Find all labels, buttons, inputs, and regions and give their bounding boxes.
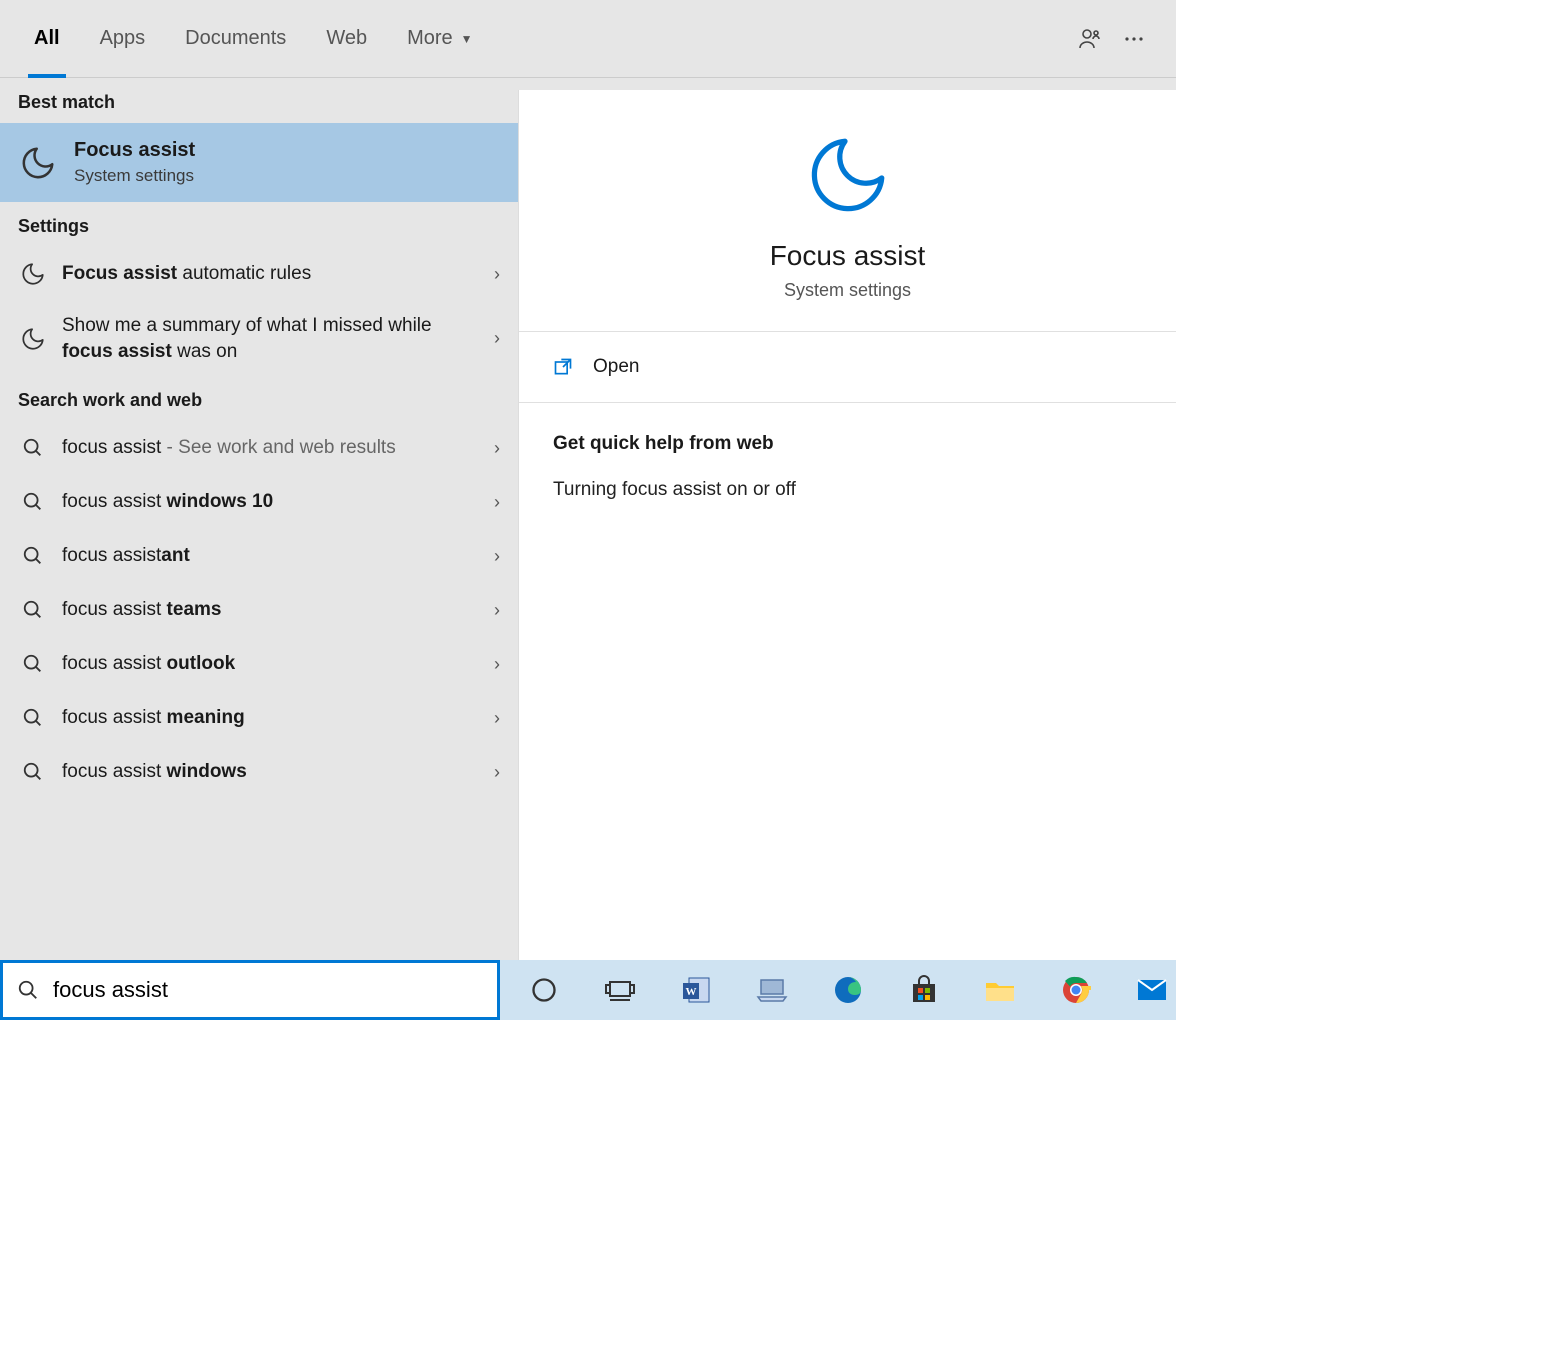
file-explorer-icon[interactable] bbox=[976, 966, 1024, 1014]
cortana-icon[interactable] bbox=[520, 966, 568, 1014]
section-work-web: Search work and web bbox=[0, 376, 518, 421]
preview-header: Focus assist System settings bbox=[519, 90, 1176, 332]
web-result-text: focus assist outlook bbox=[62, 651, 484, 677]
task-view-icon[interactable] bbox=[596, 966, 644, 1014]
focus-assist-icon bbox=[18, 324, 48, 354]
chevron-down-icon: ▼ bbox=[461, 32, 473, 46]
edge-icon[interactable] bbox=[824, 966, 872, 1014]
search-icon bbox=[18, 649, 48, 679]
laptop-icon[interactable] bbox=[748, 966, 796, 1014]
web-result-text: focus assist teams bbox=[62, 597, 484, 623]
tab-label: More bbox=[407, 27, 453, 50]
web-result[interactable]: focus assist - See work and web results … bbox=[0, 421, 518, 475]
search-icon bbox=[18, 595, 48, 625]
open-icon bbox=[553, 357, 573, 377]
search-icon bbox=[18, 757, 48, 787]
word-icon[interactable]: W bbox=[672, 966, 720, 1014]
bottom-row: W bbox=[0, 960, 1176, 1020]
search-box[interactable] bbox=[0, 960, 500, 1020]
tab-label: Apps bbox=[100, 27, 146, 50]
help-section: Get quick help from web Turning focus as… bbox=[519, 403, 1176, 531]
web-result-text: focus assist windows 10 bbox=[62, 489, 484, 515]
search-icon bbox=[18, 703, 48, 733]
svg-text:W: W bbox=[686, 986, 697, 998]
web-result-text: focus assist - See work and web results bbox=[62, 435, 484, 461]
tab-label: Web bbox=[326, 27, 367, 50]
chevron-right-icon[interactable]: › bbox=[484, 708, 500, 729]
chevron-right-icon[interactable]: › bbox=[484, 762, 500, 783]
web-result[interactable]: focus assist outlook › bbox=[0, 637, 518, 691]
chevron-right-icon[interactable]: › bbox=[484, 438, 500, 459]
web-result[interactable]: focus assist windows › bbox=[0, 745, 518, 799]
web-result[interactable]: focus assist meaning › bbox=[0, 691, 518, 745]
tab-apps[interactable]: Apps bbox=[86, 0, 160, 78]
section-settings: Settings bbox=[0, 202, 518, 247]
search-tabs: All Apps Documents Web More ▼ bbox=[0, 0, 1176, 78]
chrome-icon[interactable] bbox=[1052, 966, 1100, 1014]
best-match-subtitle: System settings bbox=[74, 166, 195, 186]
focus-assist-icon bbox=[18, 259, 48, 289]
preview-title: Focus assist bbox=[770, 240, 926, 272]
chevron-right-icon[interactable]: › bbox=[484, 492, 500, 513]
web-result-text: focus assist meaning bbox=[62, 705, 484, 731]
focus-assist-icon bbox=[803, 130, 893, 220]
tab-documents[interactable]: Documents bbox=[171, 0, 300, 78]
taskbar: W bbox=[500, 960, 1176, 1020]
best-match-text: Focus assist System settings bbox=[74, 139, 195, 186]
settings-result-text: Focus assist automatic rules bbox=[62, 261, 484, 287]
mail-icon[interactable] bbox=[1128, 966, 1176, 1014]
web-result[interactable]: focus assistant › bbox=[0, 529, 518, 583]
chevron-right-icon[interactable]: › bbox=[484, 546, 500, 567]
settings-result[interactable]: Show me a summary of what I missed while… bbox=[0, 301, 518, 376]
tab-more[interactable]: More ▼ bbox=[393, 0, 486, 78]
settings-result-text: Show me a summary of what I missed while… bbox=[62, 313, 484, 364]
section-best-match: Best match bbox=[0, 78, 518, 123]
best-match-result[interactable]: Focus assist System settings bbox=[0, 123, 518, 202]
search-icon bbox=[17, 979, 39, 1001]
tab-web[interactable]: Web bbox=[312, 0, 381, 78]
search-input[interactable] bbox=[53, 977, 483, 1003]
search-icon bbox=[18, 541, 48, 571]
search-body: Best match Focus assist System settings … bbox=[0, 78, 1176, 960]
preview-pane: Focus assist System settings Open Get qu… bbox=[518, 90, 1176, 960]
best-match-title: Focus assist bbox=[74, 139, 195, 162]
search-icon bbox=[18, 433, 48, 463]
open-action[interactable]: Open bbox=[519, 332, 1176, 403]
account-icon[interactable] bbox=[1068, 17, 1112, 61]
web-result[interactable]: focus assist windows 10 › bbox=[0, 475, 518, 529]
chevron-right-icon[interactable]: › bbox=[484, 264, 500, 285]
more-options-icon[interactable] bbox=[1112, 17, 1156, 61]
web-result-text: focus assist windows bbox=[62, 759, 484, 785]
settings-result[interactable]: Focus assist automatic rules › bbox=[0, 247, 518, 301]
chevron-right-icon[interactable]: › bbox=[484, 654, 500, 675]
tab-label: All bbox=[34, 27, 60, 50]
help-header: Get quick help from web bbox=[553, 433, 1142, 455]
open-label: Open bbox=[593, 356, 639, 378]
windows-search-flyout: All Apps Documents Web More ▼ Best match bbox=[0, 0, 1176, 960]
web-result-text: focus assistant bbox=[62, 543, 484, 569]
results-pane: Best match Focus assist System settings … bbox=[0, 78, 518, 960]
help-link[interactable]: Turning focus assist on or off bbox=[553, 479, 1142, 501]
store-icon[interactable] bbox=[900, 966, 948, 1014]
tab-label: Documents bbox=[185, 27, 286, 50]
chevron-right-icon[interactable]: › bbox=[484, 600, 500, 621]
search-icon bbox=[18, 487, 48, 517]
focus-assist-icon bbox=[18, 143, 58, 183]
tab-all[interactable]: All bbox=[20, 0, 74, 78]
web-result[interactable]: focus assist teams › bbox=[0, 583, 518, 637]
preview-subtitle: System settings bbox=[784, 280, 911, 301]
chevron-right-icon[interactable]: › bbox=[484, 328, 500, 349]
